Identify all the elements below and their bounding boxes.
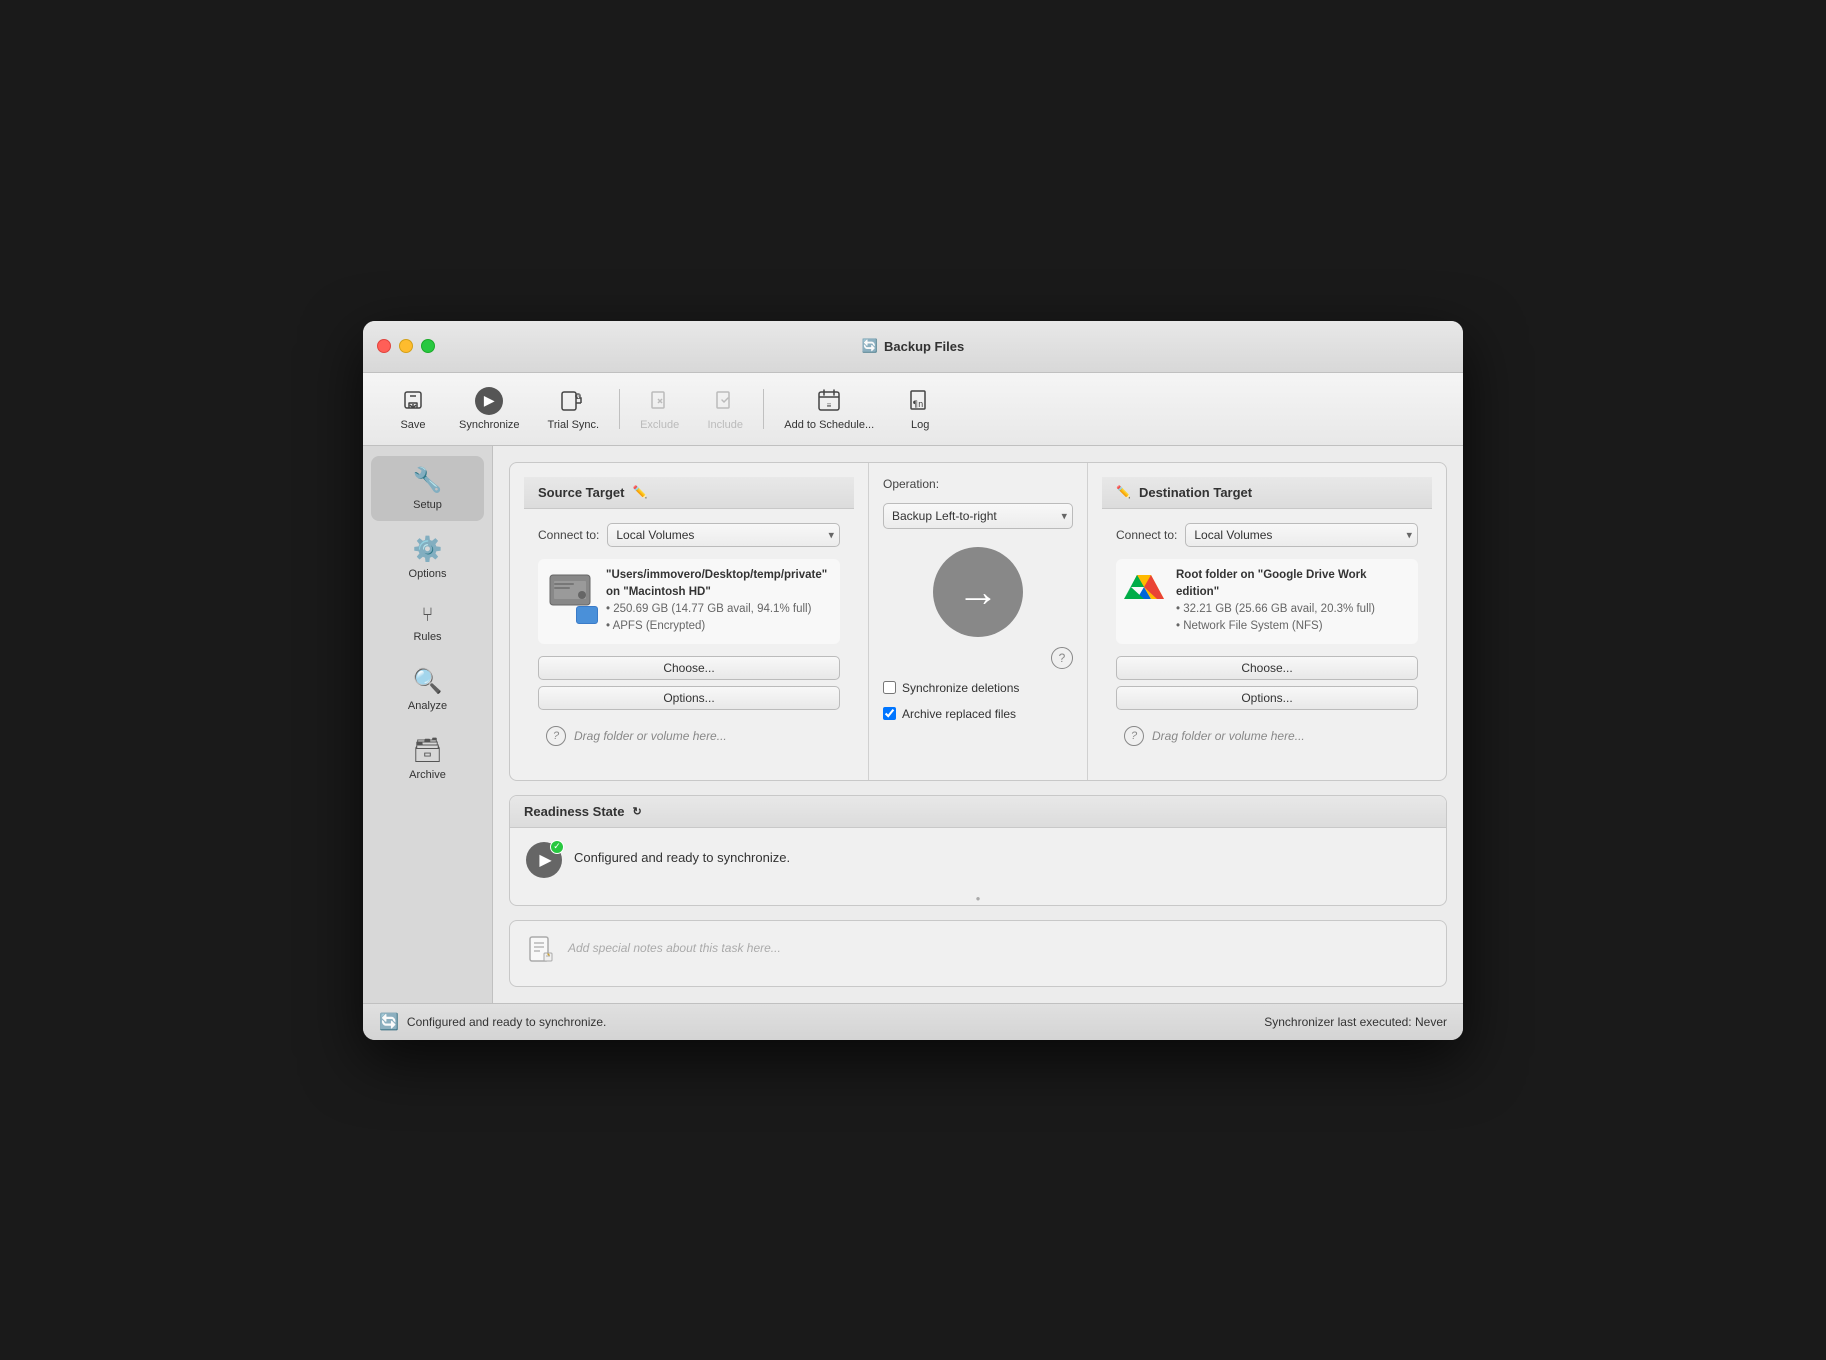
toolbar: Save ▶ Synchronize Trial Sync.	[363, 373, 1463, 446]
source-drive-info: "Users/immovero/Desktop/temp/private" on…	[538, 559, 840, 644]
source-edit-icon[interactable]: ✏️	[632, 485, 647, 499]
save-button[interactable]: Save	[383, 381, 443, 437]
synchronize-button[interactable]: ▶ Synchronize	[447, 381, 532, 437]
archive-replaced-checkbox[interactable]	[883, 707, 896, 720]
source-connect-select-wrapper: Local Volumes	[607, 523, 840, 547]
synchronize-icon: ▶	[475, 387, 503, 415]
targets-panel: Source Target ✏️ Connect to: Local Volum…	[509, 462, 1447, 781]
dest-choose-button[interactable]: Choose...	[1116, 656, 1418, 680]
archive-icon: 🗃	[412, 736, 442, 765]
gdrive-icon	[1124, 567, 1164, 607]
exclude-button[interactable]: Exclude	[628, 381, 691, 437]
svg-text:≡: ≡	[827, 401, 832, 410]
include-icon	[711, 387, 739, 415]
status-icon: 🔄	[379, 1012, 399, 1032]
dest-options-button[interactable]: Options...	[1116, 686, 1418, 710]
source-choose-button[interactable]: Choose...	[538, 656, 840, 680]
source-stat-2: • APFS (Encrypted)	[606, 620, 705, 632]
toolbar-separator-2	[763, 389, 764, 429]
title-icon: 🔄	[862, 338, 878, 354]
titlebar: 🔄 Backup Files	[363, 321, 1463, 373]
source-options-button[interactable]: Options...	[538, 686, 840, 710]
operation-select-wrap: Backup Left-to-right	[883, 503, 1073, 529]
sidebar-item-rules[interactable]: ⑂ Rules	[371, 594, 484, 653]
window-title: 🔄 Backup Files	[862, 338, 964, 354]
source-help-button[interactable]: ?	[546, 726, 566, 746]
source-stat-1: • 250.69 GB (14.77 GB avail, 94.1% full)	[606, 603, 811, 615]
traffic-lights	[377, 339, 435, 353]
add-schedule-button[interactable]: ≡ Add to Schedule...	[772, 381, 886, 437]
status-left: 🔄 Configured and ready to synchronize.	[379, 1012, 606, 1032]
dest-drive-info: Root folder on "Google Drive Work editio…	[1116, 559, 1418, 644]
dest-stat-2: • Network File System (NFS)	[1176, 620, 1323, 632]
sync-deletions-checkbox[interactable]	[883, 681, 896, 694]
statusbar: 🔄 Configured and ready to synchronize. S…	[363, 1003, 1463, 1040]
fork-icon: ⑂	[422, 604, 434, 627]
dest-stat-1: • 32.21 GB (25.66 GB avail, 20.3% full)	[1176, 603, 1375, 615]
log-button[interactable]: ¶n Log	[890, 381, 950, 437]
readiness-content: ▶ ✓ Configured and ready to synchronize.	[510, 828, 1446, 892]
source-connect-row: Connect to: Local Volumes	[538, 523, 840, 547]
magnifier-icon: 🔍	[413, 667, 443, 696]
source-drag-area: ? Drag folder or volume here...	[538, 720, 840, 752]
destination-target-header: ✏️ Destination Target	[1102, 477, 1432, 509]
source-target-header: Source Target ✏️	[524, 477, 854, 509]
readiness-header: Readiness State ↻	[510, 796, 1446, 828]
archive-replaced-checkbox-row[interactable]: Archive replaced files	[883, 707, 1016, 721]
dest-connect-row: Connect to: Local Volumes	[1116, 523, 1418, 547]
operation-select[interactable]: Backup Left-to-right	[883, 503, 1073, 529]
scroll-indicator: ●	[510, 892, 1446, 905]
source-action-btns: Choose... Options...	[538, 656, 840, 710]
exclude-icon	[646, 387, 674, 415]
gear-icon: ⚙️	[413, 535, 443, 564]
source-connect-select[interactable]: Local Volumes	[607, 523, 840, 547]
toolbar-separator-1	[619, 389, 620, 429]
operation-help-button[interactable]: ?	[1051, 647, 1073, 669]
direction-arrow: →	[933, 547, 1023, 637]
dest-drag-area: ? Drag folder or volume here...	[1116, 720, 1418, 752]
notes-area: Add special notes about this task here..…	[510, 921, 1446, 986]
save-icon	[399, 387, 427, 415]
wrench-icon: 🔧	[413, 466, 443, 495]
source-target-panel: Source Target ✏️ Connect to: Local Volum…	[510, 463, 868, 780]
dest-drive-details: Root folder on "Google Drive Work editio…	[1176, 567, 1410, 636]
sync-deletions-checkbox-row[interactable]: Synchronize deletions	[883, 681, 1019, 695]
application-window: 🔄 Backup Files Save ▶ Synchron	[363, 321, 1463, 1040]
minimize-button[interactable]	[399, 339, 413, 353]
trial-sync-button[interactable]: Trial Sync.	[536, 381, 612, 437]
svg-text:¶n: ¶n	[913, 400, 924, 410]
targets-layout: Source Target ✏️ Connect to: Local Volum…	[510, 463, 1446, 780]
zoom-button[interactable]	[421, 339, 435, 353]
sidebar: 🔧 Setup ⚙️ Options ⑂ Rules 🔍 Analyze 🗃 A…	[363, 446, 493, 1003]
notes-panel: Add special notes about this task here..…	[509, 920, 1447, 987]
sidebar-item-setup[interactable]: 🔧 Setup	[371, 456, 484, 521]
destination-target-panel: ✏️ Destination Target Connect to: Local …	[1088, 463, 1446, 780]
dest-connect-select-wrapper: Local Volumes	[1185, 523, 1418, 547]
main-layout: 🔧 Setup ⚙️ Options ⑂ Rules 🔍 Analyze 🗃 A…	[363, 446, 1463, 1003]
dest-help-button[interactable]: ?	[1124, 726, 1144, 746]
notes-icon	[526, 935, 556, 972]
dest-edit-icon[interactable]: ✏️	[1116, 485, 1131, 499]
check-badge: ✓	[550, 840, 564, 854]
readiness-panel: Readiness State ↻ ▶ ✓ Configured and rea…	[509, 795, 1447, 906]
content-area: Source Target ✏️ Connect to: Local Volum…	[493, 446, 1463, 1003]
dest-action-btns: Choose... Options...	[1116, 656, 1418, 710]
source-drive-details: "Users/immovero/Desktop/temp/private" on…	[606, 567, 832, 636]
sidebar-item-analyze[interactable]: 🔍 Analyze	[371, 657, 484, 722]
close-button[interactable]	[377, 339, 391, 353]
ready-icon-wrap: ▶ ✓	[526, 842, 562, 878]
dest-connect-select[interactable]: Local Volumes	[1185, 523, 1418, 547]
include-button[interactable]: Include	[695, 381, 755, 437]
log-icon: ¶n	[906, 387, 934, 415]
trial-sync-icon	[559, 387, 587, 415]
sidebar-item-options[interactable]: ⚙️ Options	[371, 525, 484, 590]
schedule-icon: ≡	[815, 387, 843, 415]
sidebar-item-archive[interactable]: 🗃 Archive	[371, 726, 484, 791]
refresh-icon[interactable]: ↻	[632, 805, 641, 818]
operation-panel: Operation: Backup Left-to-right → ? Sync…	[868, 463, 1088, 780]
